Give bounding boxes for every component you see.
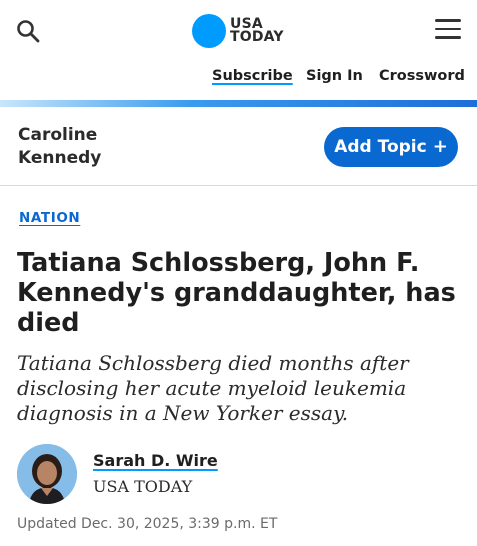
subscribe-link[interactable]: Subscribe — [212, 68, 293, 84]
brand-gradient-bar — [0, 100, 477, 107]
sign-in-link[interactable]: Sign In — [306, 68, 363, 84]
author-avatar[interactable] — [17, 444, 77, 504]
search-icon[interactable] — [16, 19, 40, 43]
author-name-link[interactable]: Sarah D. Wire — [93, 451, 218, 470]
site-header: USA TODAY — [0, 0, 477, 62]
divider — [0, 185, 477, 186]
article-subhead: Tatiana Schlossberg died months after di… — [17, 351, 409, 425]
author-organization: USA TODAY — [93, 477, 193, 496]
add-topic-button[interactable]: Add Topic + — [324, 127, 458, 167]
updated-timestamp: Updated Dec. 30, 2025, 3:39 p.m. ET — [17, 516, 278, 532]
article-headline: Tatiana Schlossberg, John F. Kennedy's g… — [17, 248, 456, 338]
hamburger-menu-icon[interactable] — [435, 19, 461, 41]
add-topic-label: Add Topic — [334, 137, 427, 157]
section-label[interactable]: NATION — [19, 210, 80, 226]
usa-today-logo[interactable]: USA TODAY — [192, 14, 284, 48]
crossword-link[interactable]: Crossword — [379, 68, 465, 84]
logo-text: USA TODAY — [230, 16, 284, 45]
topic-title: Caroline Kennedy — [18, 125, 102, 168]
logo-dot — [192, 14, 226, 48]
author-photo — [17, 444, 77, 504]
plus-icon: + — [432, 136, 448, 157]
